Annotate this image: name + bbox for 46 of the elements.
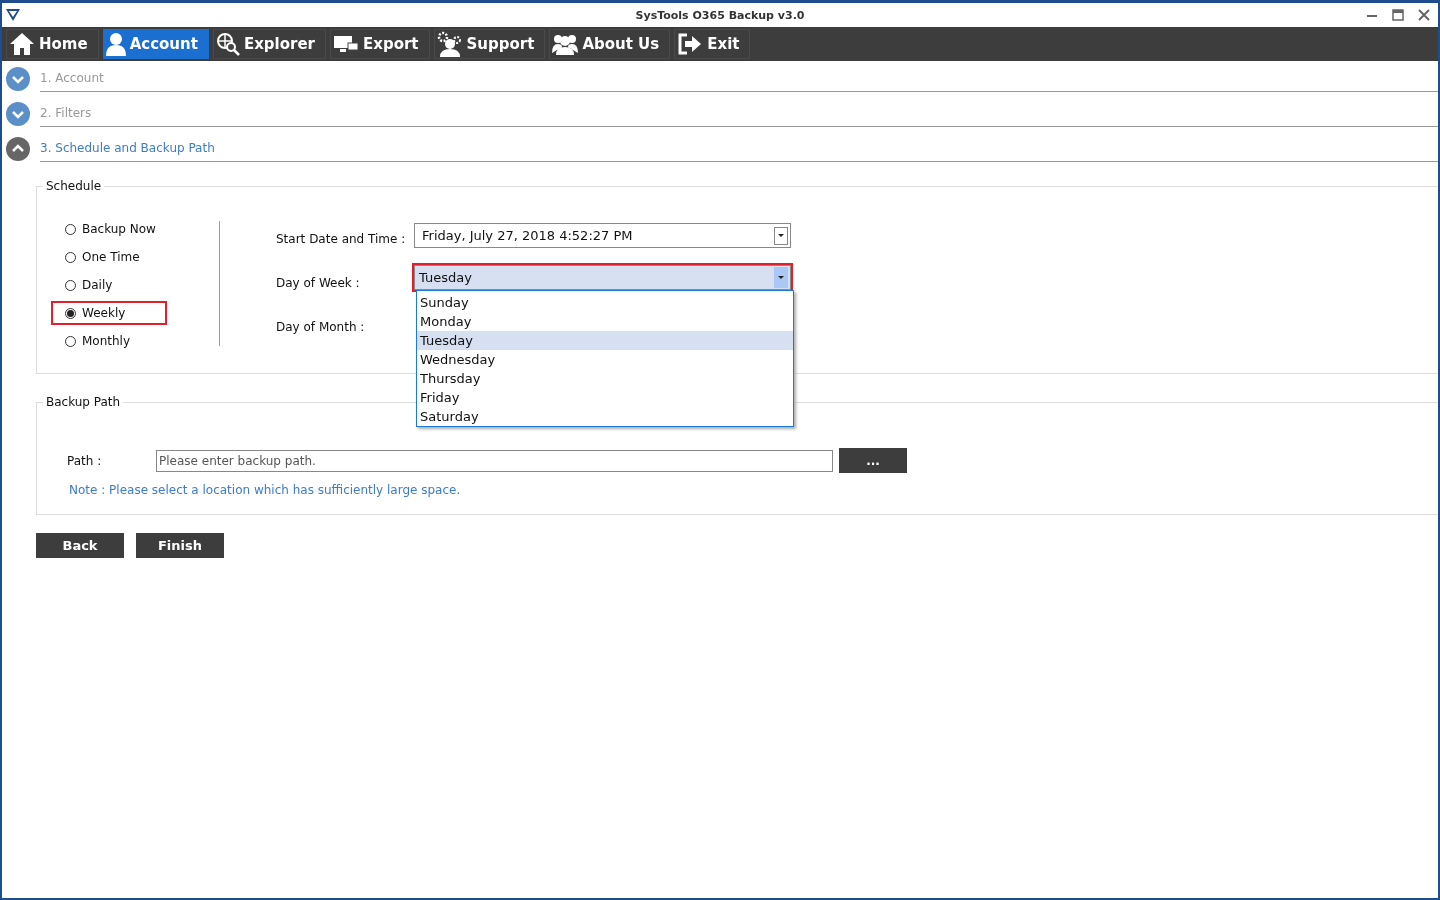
- people-icon: [552, 33, 579, 55]
- dropdown-option[interactable]: Sunday: [417, 293, 793, 312]
- group-title: Backup Path: [43, 395, 124, 409]
- dropdown-option[interactable]: Friday: [417, 388, 793, 407]
- radio-option[interactable]: Weekly: [51, 301, 167, 325]
- field-label: Start Date and Time :: [276, 231, 407, 248]
- toolbar-button[interactable]: Explorer: [212, 29, 326, 59]
- expand-icon[interactable]: [6, 66, 30, 91]
- step-title[interactable]: 3. Schedule and Backup Path: [40, 135, 215, 155]
- radio-option[interactable]: Daily: [51, 273, 167, 297]
- nav-button[interactable]: Back: [36, 533, 124, 558]
- globe-search-icon: [215, 32, 240, 56]
- radio-option[interactable]: Backup Now: [51, 217, 167, 241]
- app-logo-icon: [5, 8, 21, 22]
- home-icon: [9, 32, 35, 56]
- monitor-icon: [333, 34, 359, 54]
- dropdown-option[interactable]: Wednesday: [417, 350, 793, 369]
- toolbar-button[interactable]: About Us: [549, 29, 671, 59]
- close-icon[interactable]: [1418, 9, 1430, 21]
- dropdown-option[interactable]: Thursday: [417, 369, 793, 388]
- toolbar-button[interactable]: Home: [6, 29, 99, 59]
- date-time-picker[interactable]: Friday, July 27, 2018 4:52:27 PM: [414, 223, 791, 248]
- dropdown-field[interactable]: Tuesday: [414, 265, 791, 290]
- toolbar-button[interactable]: Exit: [674, 29, 751, 59]
- radio-option[interactable]: One Time: [51, 245, 167, 269]
- gear-person-icon: [436, 31, 463, 57]
- radio-option[interactable]: Monthly: [51, 329, 167, 353]
- group-title: Schedule: [43, 179, 105, 193]
- field-label: Day of Week :: [276, 275, 361, 292]
- window-title: SysTools O365 Backup v3.0: [635, 8, 805, 22]
- browse-button[interactable]: ...: [839, 448, 907, 473]
- note-text: Note : Please select a location which has sufficiently large space.: [69, 483, 462, 497]
- path-field[interactable]: Please enter backup path.: [156, 449, 833, 472]
- maximize-icon[interactable]: [1392, 9, 1404, 21]
- toolbar-button[interactable]: Support: [433, 29, 546, 59]
- dropdown-option[interactable]: Saturday: [417, 407, 793, 426]
- expand-icon[interactable]: [6, 101, 30, 126]
- dropdown-option[interactable]: Monday: [417, 312, 793, 331]
- nav-button[interactable]: Finish: [136, 533, 224, 558]
- toolbar-button[interactable]: Export: [330, 29, 430, 59]
- person-icon: [105, 32, 126, 56]
- field-label: Day of Month :: [276, 319, 366, 336]
- collapse-icon[interactable]: [6, 136, 30, 161]
- field-label: Path :: [67, 453, 103, 468]
- toolbar-button[interactable]: Account: [102, 29, 209, 59]
- dropdown-option[interactable]: Tuesday: [417, 331, 793, 350]
